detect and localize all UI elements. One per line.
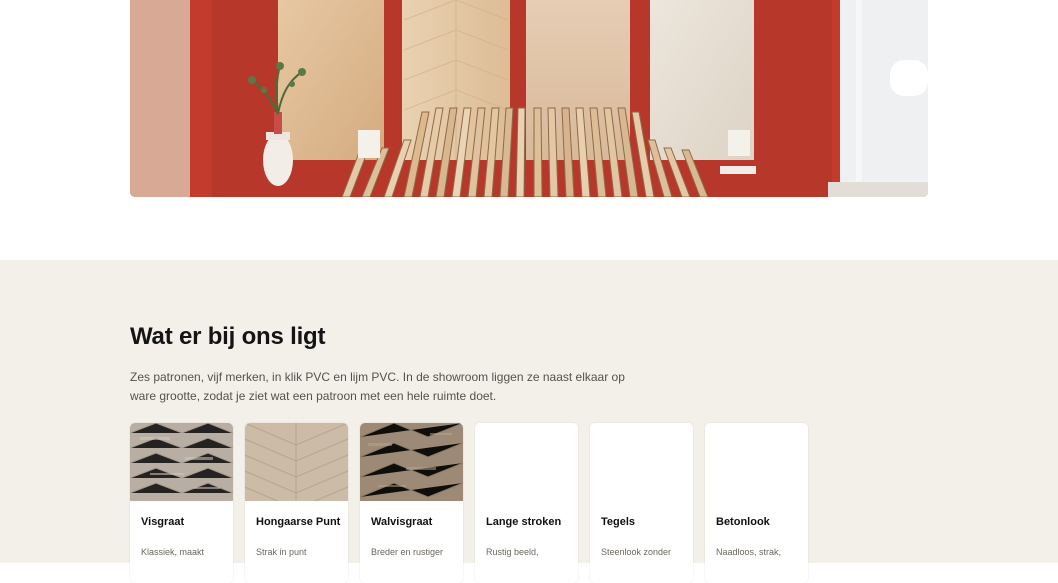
pattern-card-visgraat[interactable]: Visgraat Klassiek, maakt: [130, 423, 233, 583]
card-title: Tegels: [601, 516, 636, 528]
card-text: Steenlook zonder: [601, 547, 672, 557]
hongaarse-punt-texture: [245, 423, 348, 501]
section-title: Wat er bij ons ligt: [130, 323, 326, 350]
walvisgraat-texture: [360, 423, 463, 501]
pattern-card-hongaarse-punt[interactable]: Hongaarse Punt Strak in punt: [245, 423, 348, 583]
section-description: Zes patronen, vijf merken, in klik PVC e…: [130, 370, 625, 403]
card-title: Lange stroken: [486, 516, 562, 528]
showroom-hero-image: [130, 0, 928, 197]
pattern-card-tegels[interactable]: Tegels Steenlook zonder: [590, 423, 693, 583]
card-title: Walvisgraat: [371, 516, 433, 528]
card-image-placeholder: [590, 423, 693, 501]
pattern-card-lange-stroken[interactable]: Lange stroken Rustig beeld,: [475, 423, 578, 583]
card-text: Klassiek, maakt: [141, 547, 205, 557]
card-title: Betonlook: [716, 516, 770, 528]
card-image-placeholder: [705, 423, 808, 501]
card-text: Breder en rustiger: [371, 547, 444, 557]
patterns-section: Wat er bij ons ligt Zes patronen, vijf m…: [0, 260, 1058, 583]
pattern-card-betonlook[interactable]: Betonlook Naadloos, strak,: [705, 423, 808, 583]
card-image-placeholder: [475, 423, 578, 501]
card-title: Visgraat: [141, 516, 185, 528]
visgraat-texture: [130, 423, 233, 501]
pattern-cards: Visgraat Klassiek, maakt Hongaarse Punt …: [130, 423, 808, 583]
card-title: Hongaarse Punt: [256, 516, 341, 528]
card-text: Strak in punt: [256, 547, 307, 557]
card-text: Rustig beeld,: [486, 547, 539, 557]
showroom-photo: [130, 0, 928, 197]
card-text: Naadloos, strak,: [716, 547, 782, 557]
pattern-card-walvisgraat[interactable]: Walvisgraat Breder en rustiger: [360, 423, 463, 583]
